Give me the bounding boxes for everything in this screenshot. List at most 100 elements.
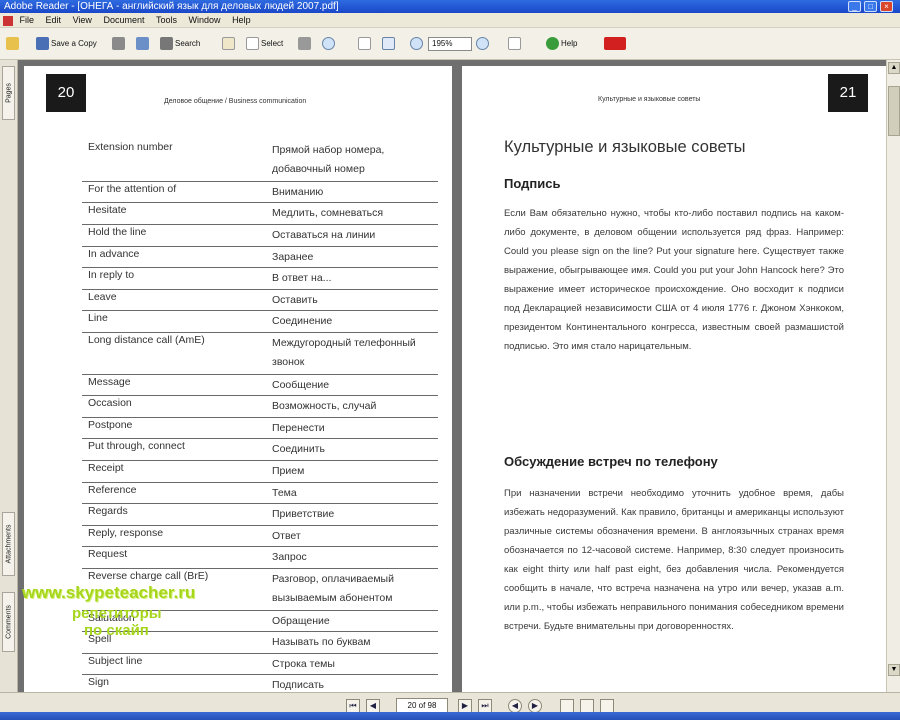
term-ru: Тема bbox=[272, 487, 297, 499]
help-label: Help bbox=[561, 39, 578, 48]
term-en: Long distance call (AmE) bbox=[88, 334, 205, 346]
window-title: Adobe Reader - [ОНЕГА - английский язык … bbox=[4, 1, 339, 12]
comments-tab-label: Comments bbox=[5, 605, 12, 639]
close-button[interactable]: × bbox=[880, 1, 893, 12]
table-row: Sign Подписать bbox=[82, 675, 438, 692]
open-button[interactable] bbox=[6, 36, 21, 52]
table-row: For the attention of Вниманию bbox=[82, 182, 438, 203]
watermark: www.skypeteacher.ru репетиторы по скайп bbox=[22, 583, 272, 639]
go-forward-button[interactable]: ▶ bbox=[528, 699, 542, 713]
snapshot-button[interactable] bbox=[298, 36, 313, 52]
adobe-logo bbox=[604, 36, 628, 52]
minimize-button[interactable]: _ bbox=[848, 1, 861, 12]
term-ru: Прямой набор номера, добавочный номер bbox=[272, 144, 385, 175]
menu-document[interactable]: Document bbox=[103, 13, 144, 28]
term-ru: Сообщение bbox=[272, 379, 330, 391]
zoom-tool-button[interactable] bbox=[322, 36, 337, 52]
fit-page-icon bbox=[382, 37, 395, 51]
facing-button[interactable] bbox=[600, 699, 614, 713]
single-page-button[interactable] bbox=[560, 699, 574, 713]
table-row: In reply to В ответ на... bbox=[82, 268, 438, 290]
maximize-button[interactable]: □ bbox=[864, 1, 877, 12]
term-en: Hesitate bbox=[88, 204, 127, 216]
cursor-icon bbox=[246, 37, 259, 51]
menu-file[interactable]: File bbox=[20, 13, 35, 28]
next-page-button[interactable]: ▶ bbox=[458, 699, 472, 713]
menu-edit[interactable]: Edit bbox=[46, 13, 62, 28]
zoom-field[interactable]: 195% bbox=[428, 37, 472, 51]
menu-view[interactable]: View bbox=[73, 13, 92, 28]
taskbar-strip bbox=[0, 712, 900, 720]
menu-tools[interactable]: Tools bbox=[156, 13, 177, 28]
vertical-scrollbar[interactable]: ▲ ▼ bbox=[886, 60, 900, 692]
select-tool-button[interactable]: Select bbox=[246, 36, 283, 52]
folder-icon bbox=[6, 37, 19, 51]
attachments-tab[interactable]: Attachments bbox=[2, 512, 15, 576]
last-page-button[interactable]: ⏭ bbox=[478, 699, 492, 713]
menu-help[interactable]: Help bbox=[232, 13, 251, 28]
scroll-up-arrow[interactable]: ▲ bbox=[888, 62, 900, 74]
term-en: For the attention of bbox=[88, 183, 177, 195]
email-button[interactable] bbox=[136, 36, 151, 52]
table-row: Occasion Возможность, случай bbox=[82, 396, 438, 418]
actual-size-button[interactable] bbox=[358, 36, 373, 52]
hand-tool-button[interactable] bbox=[222, 36, 237, 52]
table-row: Postpone Перенести bbox=[82, 418, 438, 439]
term-en: Occasion bbox=[88, 397, 132, 409]
scroll-down-arrow[interactable]: ▼ bbox=[888, 664, 900, 676]
continuous-button[interactable] bbox=[580, 699, 594, 713]
term-ru: Оставить bbox=[272, 294, 318, 306]
page-right: Культурные и языковые советы 21 Культурн… bbox=[462, 66, 886, 692]
menu-bar: File Edit View Document Tools Window Hel… bbox=[0, 13, 900, 28]
term-ru: Медлить, сомневаться bbox=[272, 207, 384, 219]
table-row: In advance Заранее bbox=[82, 247, 438, 268]
select-label: Select bbox=[261, 39, 284, 48]
term-en: Sign bbox=[88, 676, 110, 688]
table-row: Reference Тема bbox=[82, 483, 438, 504]
table-row: Regards Приветствие bbox=[82, 504, 438, 526]
table-row: Put through, connect Соединить bbox=[82, 439, 438, 461]
term-ru: Разговор, оплачиваемый вызываемым абонен… bbox=[272, 573, 394, 604]
go-back-button[interactable]: ◀ bbox=[508, 699, 522, 713]
binoculars-icon bbox=[160, 37, 173, 51]
adobe-logo-icon bbox=[604, 37, 626, 51]
first-page-button[interactable]: ⏮ bbox=[346, 699, 360, 713]
print-icon bbox=[112, 37, 125, 51]
save-icon bbox=[36, 37, 49, 51]
previous-page-button[interactable]: ◀ bbox=[366, 699, 380, 713]
zoom-in-button[interactable] bbox=[476, 36, 491, 52]
camera-icon bbox=[298, 37, 311, 51]
table-row: Hold the line Оставаться на линии bbox=[82, 225, 438, 247]
print-button[interactable] bbox=[112, 36, 127, 52]
fit-page-button[interactable] bbox=[382, 36, 397, 52]
watermark-line3: по скайп bbox=[84, 622, 149, 639]
pages-tab[interactable]: Pages bbox=[2, 66, 15, 120]
watermark-line2: репетиторы bbox=[72, 605, 162, 622]
help-button[interactable]: Help bbox=[546, 36, 577, 52]
term-ru: Вниманию bbox=[272, 186, 324, 198]
help-icon bbox=[546, 37, 559, 51]
menu-window[interactable]: Window bbox=[189, 13, 221, 28]
term-ru: Соединить bbox=[272, 443, 325, 455]
rotate-button[interactable] bbox=[508, 36, 523, 52]
term-en: Regards bbox=[88, 505, 128, 517]
save-copy-button[interactable]: Save a Copy bbox=[36, 36, 97, 52]
page-number-right: 21 bbox=[828, 74, 868, 112]
comments-tab[interactable]: Comments bbox=[2, 592, 15, 652]
watermark-url: www.skypeteacher.ru bbox=[22, 583, 196, 602]
term-ru: Прием bbox=[272, 465, 305, 477]
page-number-left: 20 bbox=[46, 74, 86, 112]
term-en: Reference bbox=[88, 484, 137, 496]
save-copy-label: Save a Copy bbox=[51, 39, 97, 48]
term-ru: Возможность, случай bbox=[272, 400, 377, 412]
pages-tab-label: Pages bbox=[5, 83, 12, 103]
table-row: Request Запрос bbox=[82, 547, 438, 569]
term-en: In reply to bbox=[88, 269, 135, 281]
term-ru: Перенести bbox=[272, 422, 325, 434]
magnifier-icon bbox=[322, 37, 335, 51]
search-button[interactable]: Search bbox=[160, 36, 200, 52]
subheading-signature: Подпись bbox=[504, 176, 561, 191]
zoom-out-button[interactable] bbox=[410, 36, 425, 52]
table-row: Hesitate Медлить, сомневаться bbox=[82, 203, 438, 225]
scroll-thumb[interactable] bbox=[888, 86, 900, 136]
